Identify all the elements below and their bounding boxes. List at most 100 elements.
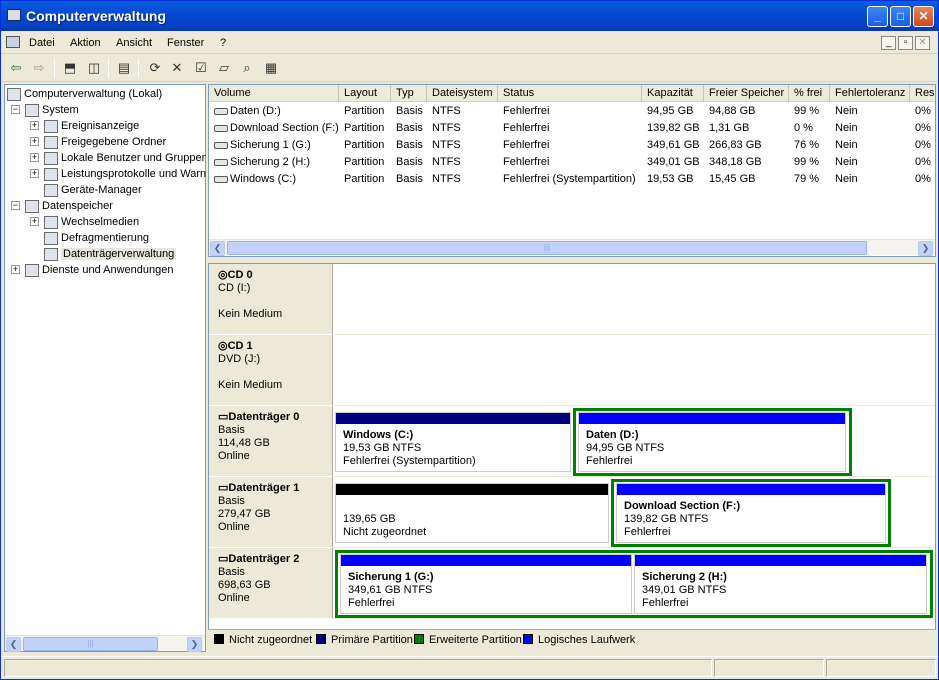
computer-icon bbox=[7, 9, 21, 21]
disk-label-2[interactable]: ▭Datenträger 2 Basis 698,63 GB Online bbox=[209, 548, 333, 619]
col-status[interactable]: Status bbox=[498, 85, 642, 102]
status-pane-2 bbox=[714, 659, 824, 677]
mdi-close-button[interactable]: ✕ bbox=[915, 36, 930, 50]
properties-icon[interactable]: ▤ bbox=[115, 59, 133, 77]
col-reserve[interactable]: Res bbox=[910, 85, 935, 102]
volume-list-header: Volume Layout Typ Dateisystem Status Kap… bbox=[209, 85, 935, 102]
system-menu-icon[interactable] bbox=[6, 36, 20, 48]
tree-disk-management[interactable]: Datenträgerverwaltung bbox=[44, 246, 177, 262]
check-icon[interactable]: ☑ bbox=[192, 59, 210, 77]
disk-label-cd1[interactable]: ◎CD 1 DVD (J:) Kein Medium bbox=[209, 335, 333, 406]
maximize-button[interactable]: □ bbox=[890, 6, 911, 27]
partition-sicherung-2[interactable]: Sicherung 2 (H:) 349,01 GB NTFS Fehlerfrei bbox=[634, 554, 927, 614]
col-layout[interactable]: Layout bbox=[339, 85, 391, 102]
disk-row-2: Sicherung 1 (G:) 349,61 GB NTFS Fehlerfrei… bbox=[333, 548, 935, 619]
tree-device-manager[interactable]: Geräte-Manager bbox=[44, 182, 142, 198]
console-tree: Computerverwaltung (Lokal) − System + Er… bbox=[4, 84, 206, 652]
event-viewer-icon bbox=[44, 119, 58, 133]
scroll-thumb[interactable]: ||| bbox=[23, 637, 158, 651]
collapse-system-icon[interactable]: − bbox=[11, 105, 20, 114]
delete-icon[interactable]: ✕ bbox=[168, 59, 186, 77]
table-row[interactable]: Daten (D:) Partition Basis NTFS Fehlerfrei 9… bbox=[209, 103, 935, 120]
tree-shared-folders[interactable]: Freigegebene Ordner bbox=[44, 134, 166, 150]
disk-label-1[interactable]: ▭Datenträger 1 Basis 279,47 GB Online bbox=[209, 477, 333, 548]
table-row[interactable]: Sicherung 2 (H:) Partition Basis NTFS Fehle… bbox=[209, 154, 935, 171]
volume-list-scrollbar[interactable]: ❮ ||| ❯ bbox=[209, 239, 935, 256]
col-filesystem[interactable]: Dateisystem bbox=[427, 85, 498, 102]
system-tools-icon bbox=[25, 103, 39, 117]
expand-icon[interactable]: + bbox=[30, 121, 39, 130]
tree-local-users[interactable]: Lokale Benutzer und Gruppen bbox=[44, 150, 206, 166]
minimize-button[interactable]: _ bbox=[867, 6, 888, 27]
scroll-left-icon[interactable]: ❮ bbox=[210, 241, 225, 256]
expand-icon[interactable]: + bbox=[11, 265, 20, 274]
col-fault-tolerance[interactable]: Fehlertoleranz bbox=[830, 85, 910, 102]
expand-icon[interactable]: + bbox=[30, 169, 39, 178]
settings-icon[interactable]: ▦ bbox=[262, 59, 280, 77]
show-tree-icon[interactable]: ◫ bbox=[85, 59, 103, 77]
tree-root[interactable]: Computerverwaltung (Lokal) bbox=[7, 86, 162, 102]
expand-icon[interactable]: + bbox=[30, 137, 39, 146]
tree-services[interactable]: Dienste und Anwendungen bbox=[25, 262, 174, 278]
partition-download[interactable]: Download Section (F:) 139,82 GB NTFS Fehle… bbox=[616, 483, 886, 543]
partition-daten[interactable]: Daten (D:) 94,95 GB NTFS Fehlerfrei bbox=[578, 412, 846, 472]
disk-management-icon bbox=[44, 247, 58, 261]
table-row[interactable]: Download Section (F:) Partition Basis NTFS… bbox=[209, 120, 935, 137]
col-typ[interactable]: Typ bbox=[391, 85, 427, 102]
legend: Nicht zugeordnet Primäre Partition Erwei… bbox=[208, 629, 936, 651]
partition-unallocated[interactable]: 139,65 GB Nicht zugeordnet bbox=[335, 483, 609, 543]
menu-datei[interactable]: Datei bbox=[29, 37, 55, 49]
menu-help[interactable]: ? bbox=[220, 37, 226, 49]
scroll-right-icon[interactable]: ❯ bbox=[918, 241, 933, 256]
refresh-icon[interactable]: ⟳ bbox=[146, 59, 164, 77]
col-percent-free[interactable]: % frei bbox=[789, 85, 830, 102]
table-row[interactable]: Sicherung 1 (G:) Partition Basis NTFS Fehle… bbox=[209, 137, 935, 154]
tree-defrag[interactable]: Defragmentierung bbox=[44, 230, 149, 246]
hard-disk-icon: ▭ bbox=[218, 553, 229, 565]
tree-storage[interactable]: Datenspeicher bbox=[25, 198, 113, 214]
col-volume[interactable]: Volume bbox=[209, 85, 339, 102]
mdi-minimize-button[interactable]: _ bbox=[881, 36, 896, 50]
back-icon[interactable]: ⇦ bbox=[7, 59, 25, 77]
forward-icon[interactable]: ⇨ bbox=[30, 59, 48, 77]
toolbar: ⇦ ⇨ ⬒ ◫ ▤ ⟳ ✕ ☑ ▱ ⌕ ▦ bbox=[1, 55, 938, 82]
volume-list: Volume Layout Typ Dateisystem Status Kap… bbox=[208, 84, 936, 257]
close-button[interactable]: ✕ bbox=[913, 6, 934, 27]
table-row[interactable]: Windows (C:) Partition Basis NTFS Fehlerfre… bbox=[209, 171, 935, 188]
shared-folder-icon bbox=[44, 135, 58, 149]
drive-icon bbox=[214, 175, 228, 183]
scroll-right-icon[interactable]: ❯ bbox=[187, 637, 202, 652]
menu-fenster[interactable]: Fenster bbox=[167, 37, 204, 49]
legend-logical: Logisches Laufwerk bbox=[523, 634, 635, 647]
open-folder-icon[interactable]: ▱ bbox=[215, 59, 233, 77]
tree-scrollbar[interactable]: ❮ ||| ❯ bbox=[5, 635, 205, 652]
tree-performance-logs[interactable]: Leistungsprotokolle und Warnungen bbox=[44, 166, 206, 182]
col-free-space[interactable]: Freier Speicher bbox=[704, 85, 789, 102]
partition-sicherung-1[interactable]: Sicherung 1 (G:) 349,61 GB NTFS Fehlerfrei bbox=[340, 554, 632, 614]
hard-disk-icon: ▭ bbox=[218, 411, 229, 423]
drive-icon bbox=[214, 158, 228, 166]
expand-icon[interactable]: + bbox=[30, 217, 39, 226]
tree-system[interactable]: System bbox=[25, 102, 79, 118]
drive-icon bbox=[214, 124, 228, 132]
disk-row-0: Windows (C:) 19,53 GB NTFS Fehlerfrei (Sys… bbox=[333, 406, 935, 477]
up-folder-icon[interactable]: ⬒ bbox=[61, 59, 79, 77]
mdi-restore-button[interactable]: ▫ bbox=[898, 36, 913, 50]
disk-graphical-view: ◎CD 0 CD (I:) Kein Medium ◎CD 1 DVD (J:) Kei… bbox=[208, 263, 936, 651]
search-icon[interactable]: ⌕ bbox=[238, 59, 256, 77]
partition-windows[interactable]: Windows (C:) 19,53 GB NTFS Fehlerfrei (Sys… bbox=[335, 412, 571, 472]
disk-label-0[interactable]: ▭Datenträger 0 Basis 114,48 GB Online bbox=[209, 406, 333, 477]
scroll-thumb[interactable]: ||| bbox=[227, 241, 867, 255]
menu-ansicht[interactable]: Ansicht bbox=[116, 37, 152, 49]
tree-event-viewer[interactable]: Ereignisanzeige bbox=[44, 118, 139, 134]
tree-removable-storage[interactable]: Wechselmedien bbox=[44, 214, 139, 230]
menu-aktion[interactable]: Aktion bbox=[70, 37, 101, 49]
computer-icon bbox=[7, 87, 21, 101]
scroll-left-icon[interactable]: ❮ bbox=[6, 637, 21, 652]
col-capacity[interactable]: Kapazität bbox=[642, 85, 704, 102]
disk-label-cd0[interactable]: ◎CD 0 CD (I:) Kein Medium bbox=[209, 264, 333, 335]
title-bar[interactable]: Computerverwaltung _ □ ✕ bbox=[1, 1, 938, 31]
collapse-storage-icon[interactable]: − bbox=[11, 201, 20, 210]
services-icon bbox=[25, 263, 39, 277]
expand-icon[interactable]: + bbox=[30, 153, 39, 162]
